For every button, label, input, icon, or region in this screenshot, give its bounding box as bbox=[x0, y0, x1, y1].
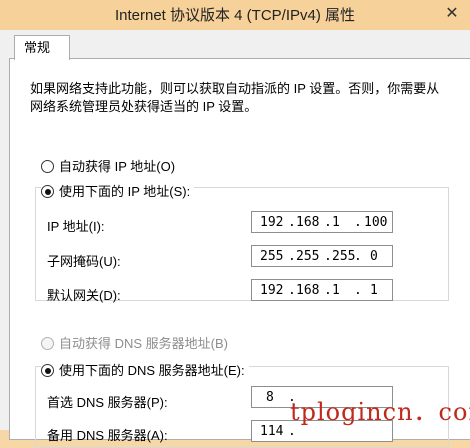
close-icon[interactable]: ✕ bbox=[440, 4, 464, 24]
default-gateway-input[interactable]: 192. 168. 1. 1 bbox=[251, 279, 393, 301]
default-gateway-label: 默认网关(D): bbox=[47, 288, 121, 303]
description-text: 如果网络支持此功能，则可以获取自动指派的 IP 设置。否则，你需要从网络系统管理… bbox=[30, 81, 440, 114]
ip-address-input[interactable]: 192. 168. 1. 100 bbox=[251, 211, 393, 233]
dialog-body: 常规 如果网络支持此功能，则可以获取自动指派的 IP 设置。否则，你需要从网络系… bbox=[0, 30, 470, 448]
manual-ip-radio[interactable]: 使用下面的 IP 地址(S): bbox=[41, 181, 195, 200]
auto-dns-label: 自动获得 DNS 服务器地址(B) bbox=[59, 336, 229, 351]
radio-disabled-icon bbox=[41, 337, 54, 350]
watermark-text: tplogincn．com bbox=[290, 398, 470, 426]
radio-checked-icon bbox=[41, 364, 54, 377]
manual-dns-label: 使用下面的 DNS 服务器地址(E): bbox=[59, 363, 245, 378]
auto-ip-label: 自动获得 IP 地址(O) bbox=[59, 159, 176, 174]
subnet-mask-input[interactable]: 255. 255. 255. 0 bbox=[251, 245, 393, 267]
manual-ip-label: 使用下面的 IP 地址(S): bbox=[59, 184, 191, 199]
auto-ip-radio[interactable]: 自动获得 IP 地址(O) bbox=[41, 156, 175, 175]
ip-address-label: IP 地址(I): bbox=[47, 219, 105, 234]
window-title: Internet 协议版本 4 (TCP/IPv4) 属性 bbox=[114, 7, 356, 24]
title-bar: Internet 协议版本 4 (TCP/IPv4) 属性 ✕ bbox=[0, 0, 470, 30]
radio-checked-icon bbox=[41, 185, 54, 198]
auto-dns-radio[interactable]: 自动获得 DNS 服务器地址(B) bbox=[41, 333, 228, 352]
tab-general[interactable]: 常规 bbox=[14, 35, 70, 60]
radio-unchecked-icon bbox=[41, 160, 54, 173]
preferred-dns-label: 首选 DNS 服务器(P): bbox=[47, 395, 168, 410]
subnet-mask-label: 子网掩码(U): bbox=[47, 254, 121, 269]
manual-dns-radio[interactable]: 使用下面的 DNS 服务器地址(E): bbox=[41, 360, 249, 379]
alternate-dns-label: 备用 DNS 服务器(A): bbox=[47, 428, 168, 443]
